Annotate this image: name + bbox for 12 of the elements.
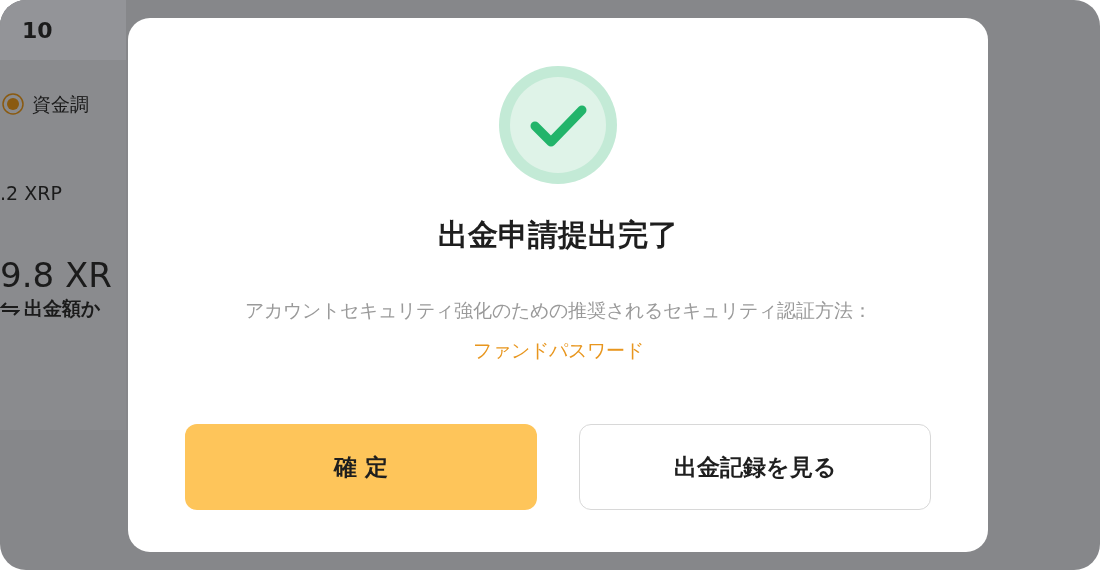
radio-button[interactable] xyxy=(2,93,24,116)
amount-field[interactable]: 10 xyxy=(0,0,126,60)
swap-icon xyxy=(0,300,20,317)
checkmark-icon xyxy=(499,66,617,184)
dialog-message: アカウントセキュリティ強化のための推奨されるセキュリティ認証方法： ファンドパスワード xyxy=(243,299,873,363)
confirm-button[interactable]: 確 定 xyxy=(185,424,537,510)
history-button[interactable]: 出金記録を見る xyxy=(579,424,931,510)
radio-label: 資金調 xyxy=(32,92,89,117)
dialog-title: 出金申請提出完了 xyxy=(438,216,678,254)
fee-text: .2 XRP xyxy=(0,181,62,204)
total-amount: 9.8 XR xyxy=(0,255,112,295)
note-text: 出金額か xyxy=(24,296,100,322)
